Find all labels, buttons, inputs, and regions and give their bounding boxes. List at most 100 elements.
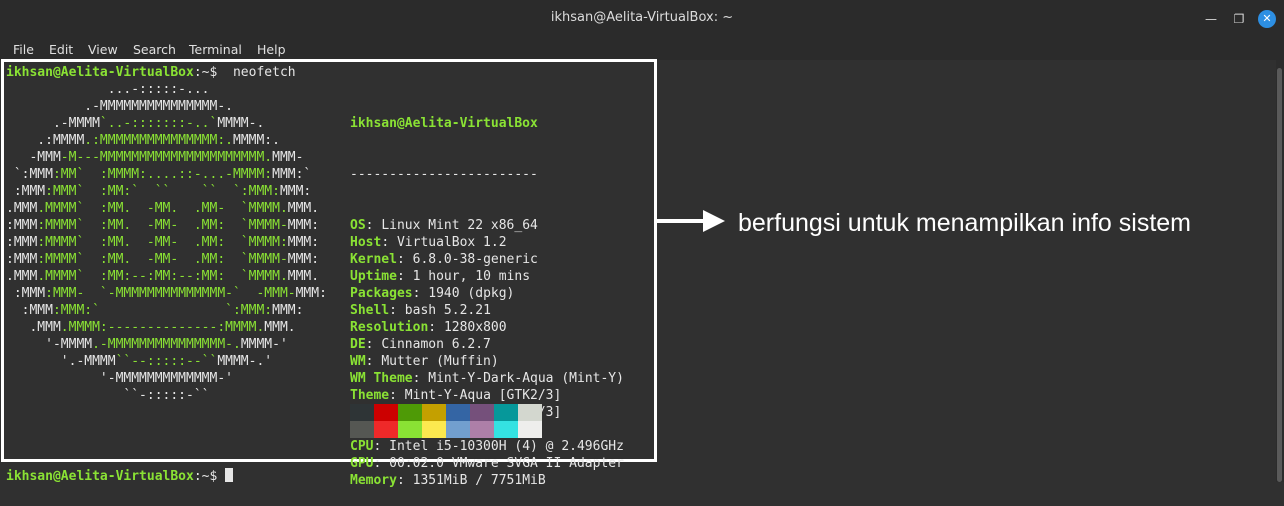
menu-view[interactable]: View — [88, 42, 118, 57]
info-colon: : — [428, 320, 444, 335]
info-value: Linux Mint 22 x86_64 — [381, 218, 538, 233]
info-line: Packages: 1940 (dpkg) — [350, 285, 624, 302]
color-swatch — [494, 421, 518, 438]
prompt-line[interactable]: ikhsan@Aelita-VirtualBox:~$ — [6, 468, 234, 485]
logo-line: .MMM.MMMM` :MM:--:MM:--:MM: `MMMM.MMM. — [6, 268, 327, 285]
info-value: 1351MiB / 7751MiB — [412, 473, 546, 488]
logo-segment: MMM: — [287, 218, 320, 233]
info-value: Cinnamon 6.2.7 — [381, 337, 491, 352]
menu-edit[interactable]: Edit — [49, 42, 73, 57]
info-key: Theme — [350, 388, 390, 403]
info-colon: : — [396, 269, 413, 284]
info-value: 1 hour, 10 mins — [412, 269, 531, 284]
logo-segment: MMM: — [295, 286, 327, 301]
info-key: Shell — [350, 303, 390, 318]
logo-segment: .:MMMMMMMMMMMMMMM:. — [84, 133, 233, 148]
logo-segment: .-MMMMMMMMMMMMMMM-. — [92, 337, 241, 352]
logo-line: .MMM.MMMM:--------------:MMMM.MMM. — [6, 319, 327, 336]
color-swatch — [446, 404, 470, 421]
logo-segment: :MMM — [6, 235, 38, 250]
info-colon: : — [373, 439, 390, 454]
info-line: GPU: 00:02.0 VMware SVGA II Adapter — [350, 455, 624, 472]
logo-segment: ...-:::::-... — [6, 82, 210, 97]
logo-segment: ``--:::::--`` — [115, 354, 218, 369]
menu-terminal[interactable]: Terminal — [189, 42, 242, 57]
mint-ascii-logo: ...-:::::-... .-MMMMMMMMMMMMMMM-. .-MMMM… — [6, 81, 327, 404]
logo-segment: '.-MMMM — [6, 354, 116, 369]
logo-segment: -MMM — [6, 150, 61, 165]
color-swatch — [470, 421, 494, 438]
logo-segment: ``-:::::-`` — [6, 388, 210, 403]
logo-segment: MMM- — [272, 150, 304, 165]
logo-segment: `..-:::::::-..` — [99, 116, 218, 131]
logo-segment: MMM: — [279, 184, 312, 199]
info-line: Resolution: 1280x800 — [350, 319, 624, 336]
info-colon: : — [412, 286, 429, 301]
info-key: DE — [350, 337, 366, 352]
menu-file[interactable]: File — [13, 42, 34, 57]
info-line: Shell: bash 5.2.21 — [350, 302, 624, 319]
logo-line: ``-:::::-`` — [6, 387, 327, 404]
logo-line: '.-MMMM``--:::::--``MMMM-.' — [6, 353, 327, 370]
info-colon: : — [373, 456, 390, 471]
logo-segment: .MMM — [6, 201, 38, 216]
color-swatch — [518, 404, 542, 421]
info-colon: : — [396, 252, 413, 267]
logo-segment: MMM: — [287, 235, 320, 250]
logo-segment: `:MMM — [6, 167, 53, 182]
info-value: 00:02.0 VMware SVGA II Adapter — [389, 456, 624, 471]
logo-line: :MMM:MMM` :MM:` `` `` `:MMM:MMM: — [6, 183, 327, 200]
menu-search[interactable]: Search — [133, 42, 176, 57]
scrollbar[interactable] — [1276, 60, 1284, 482]
color-swatch — [374, 421, 398, 438]
logo-line: .:MMMM.:MMMMMMMMMMMMMMM:.MMMM:. — [6, 132, 327, 149]
logo-line: -MMM-M---MMMMMMMMMMMMMMMMMMMMM.MMM- — [6, 149, 327, 166]
logo-segment: .MMMM:--------------:MMMM. — [60, 320, 265, 335]
maximize-icon[interactable]: ❐ — [1230, 10, 1248, 28]
logo-segment: :MMM — [6, 286, 46, 301]
info-line: DE: Cinnamon 6.2.7 — [350, 336, 624, 353]
logo-segment: :MMM — [6, 184, 46, 199]
logo-segment: :MMM:` `:MMM: — [52, 303, 273, 318]
command-text: neofetch — [225, 65, 296, 80]
logo-line: .-MMMMMMMMMMMMMMM-. — [6, 98, 327, 115]
logo-segment: :MM` :MMMM:....::-...-MMMM: — [52, 167, 273, 182]
minimize-icon[interactable]: — — [1202, 10, 1220, 28]
logo-segment: :MMMM` :MM. -MM- .MM: `MMMM: — [37, 235, 288, 250]
info-value: Mint-Y-Dark-Aqua (Mint-Y) — [428, 371, 624, 386]
arrow-right-icon — [655, 210, 725, 232]
logo-segment: .MMM — [6, 269, 38, 284]
logo-line: ...-:::::-... — [6, 81, 327, 98]
menu-help[interactable]: Help — [257, 42, 286, 57]
logo-line: .MMM.MMMM` :MM. -MM. .MM- `MMMM.MMM. — [6, 200, 327, 217]
info-line: Host: VirtualBox 1.2 — [350, 234, 624, 251]
info-line: Theme: Mint-Y-Aqua [GTK2/3] — [350, 387, 624, 404]
logo-segment: .MMM — [6, 320, 61, 335]
info-key: Resolution — [350, 320, 429, 335]
info-key: CPU — [350, 439, 374, 454]
logo-segment: :MMM — [6, 252, 38, 267]
info-colon: : — [412, 371, 429, 386]
info-value: Mutter (Muffin) — [381, 354, 499, 369]
info-title: ikhsan@Aelita-VirtualBox — [350, 116, 538, 131]
logo-line: :MMM:MMM- `-MMMMMMMMMMMMMM-` -MMM-MMM: — [6, 285, 327, 302]
logo-segment: .-MMMMMMMMMMMMMMM-. — [6, 99, 233, 114]
close-icon[interactable]: ✕ — [1258, 10, 1276, 28]
logo-segment: .MMMM` :MM. -MM. .MM- `MMMM. — [37, 201, 288, 216]
logo-segment: .MMMM` :MM:--:MM:--:MM: `MMMM. — [37, 269, 288, 284]
info-key: Uptime — [350, 269, 397, 284]
logo-line: '-MMMMMMMMMMMMM-' — [6, 370, 327, 387]
scrollbar-thumb[interactable] — [1277, 68, 1282, 482]
info-line: CPU: Intel i5-10300H (4) @ 2.496GHz — [350, 438, 624, 455]
info-colon: : — [365, 218, 382, 233]
logo-segment: MMM: — [272, 303, 304, 318]
logo-line: :MMM:MMM:` `:MMM:MMM: — [6, 302, 327, 319]
info-line: Kernel: 6.8.0-38-generic — [350, 251, 624, 268]
color-swatch — [446, 421, 470, 438]
logo-segment: :MMM — [6, 218, 38, 233]
info-value: bash 5.2.21 — [404, 303, 491, 318]
info-value: VirtualBox 1.2 — [396, 235, 507, 250]
info-key: Memory — [350, 473, 397, 488]
info-line: Uptime: 1 hour, 10 mins — [350, 268, 624, 285]
info-value: 1280x800 — [443, 320, 507, 335]
